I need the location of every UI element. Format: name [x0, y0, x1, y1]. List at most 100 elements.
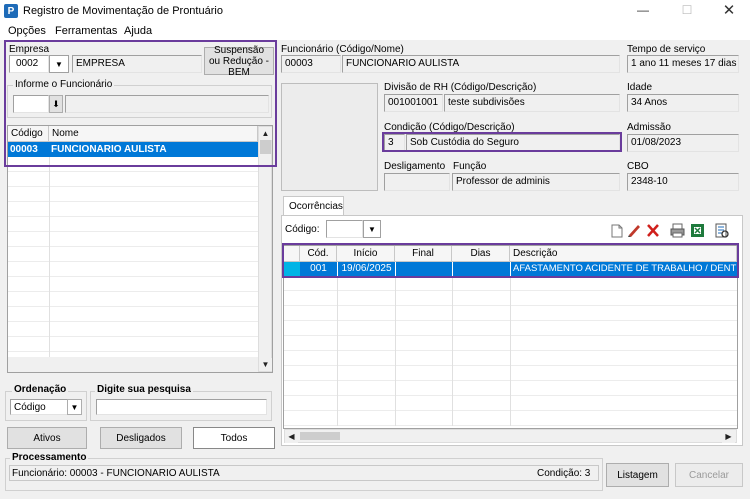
menu-ferramentas[interactable]: Ferramentas	[55, 25, 117, 37]
table-row[interactable]: 00003 FUNCIONARIO AULISTA	[8, 142, 258, 157]
todos-label: Todos	[220, 432, 248, 444]
admissao-field: 01/08/2023	[627, 134, 739, 152]
ocorrencia-dias-cell	[452, 262, 510, 276]
idade-label: Idade	[627, 82, 653, 93]
delete-icon[interactable]	[646, 223, 660, 238]
empresa-code-input[interactable]: 0002	[9, 55, 49, 73]
empresa-label: Empresa	[9, 44, 50, 55]
employee-list-grid	[8, 157, 258, 357]
funcionario-search-button[interactable]: ⬇	[49, 95, 63, 113]
condicao-label: Condição (Código/Descrição)	[384, 122, 515, 133]
listagem-label: Listagem	[617, 469, 658, 481]
employee-list-header-nome[interactable]: Nome	[49, 126, 258, 142]
scroll-down-icon[interactable]: ▼	[259, 358, 272, 371]
app-icon: P	[4, 4, 18, 18]
funcionario-search-input[interactable]	[13, 95, 49, 113]
edit-icon[interactable]	[627, 223, 641, 238]
condicao-code-field: 3	[384, 134, 405, 152]
ocorrencia-descricao-cell: AFASTAMENTO ACIDENTE DE TRABALHO / DENTR…	[510, 262, 737, 276]
pesquisa-label: Digite sua pesquisa	[95, 384, 193, 395]
desligamento-field	[384, 173, 450, 191]
scroll-left-icon[interactable]: ◀	[285, 430, 298, 443]
divisao-label: Divisão de RH (Código/Descrição)	[384, 82, 537, 93]
divisao-code-field: 001001001	[384, 94, 443, 112]
funcao-label: Função	[453, 161, 487, 172]
menu-opcoes[interactable]: Opções	[8, 25, 46, 37]
ocorrencias-col-line	[510, 276, 511, 426]
chevron-down-icon: ▼	[368, 224, 376, 234]
ativos-label: Ativos	[33, 432, 61, 444]
print-icon[interactable]	[670, 223, 685, 238]
cancelar-button[interactable]: Cancelar	[675, 463, 743, 487]
ocorrencias-col-line	[395, 276, 396, 426]
desligados-label: Desligados	[116, 432, 166, 444]
maximize-icon[interactable]: ☐	[672, 3, 702, 19]
menu-ajuda[interactable]: Ajuda	[124, 25, 152, 37]
table-row[interactable]: 001 19/06/2025 AFASTAMENTO ACIDENTE DE T…	[284, 262, 737, 276]
chevron-down-icon: ▼	[55, 59, 63, 69]
ocorrencias-header-dias[interactable]: Dias	[452, 246, 510, 262]
desligados-button[interactable]: Desligados	[100, 427, 182, 449]
ocorrencias-header-inicio[interactable]: Início	[337, 246, 395, 262]
ocorrencia-final-cell	[395, 262, 452, 276]
chevron-down-icon: ▼	[70, 402, 79, 412]
scroll-up-icon[interactable]: ▲	[259, 127, 272, 140]
processamento-label: Processamento	[10, 452, 89, 463]
tempo-label: Tempo de serviço	[627, 44, 706, 55]
funcionario-label: Funcionário (Código/Nome)	[281, 44, 404, 55]
ordenacao-dropdown-button[interactable]: ▼	[67, 399, 82, 415]
export-excel-icon[interactable]	[690, 223, 705, 238]
ocorrencias-header-final[interactable]: Final	[395, 246, 452, 262]
funcionario-name-field: FUNCIONARIO AULISTA	[342, 55, 620, 73]
ativos-button[interactable]: Ativos	[7, 427, 87, 449]
close-icon[interactable]: ✕	[714, 1, 744, 19]
ocorrencia-codigo-dropdown[interactable]: ▼	[363, 220, 381, 238]
employee-photo	[281, 83, 378, 191]
employee-code-cell: 00003	[10, 144, 38, 155]
ocorrencias-hscrollbar[interactable]	[284, 429, 737, 443]
listagem-button[interactable]: Listagem	[606, 463, 669, 487]
pesquisa-input[interactable]	[96, 399, 267, 415]
suspensao-button-label: Suspensão ou Redução - BEM	[208, 44, 270, 78]
tab-ocorrencias[interactable]: Ocorrências	[283, 196, 344, 216]
ocorrencias-header-descricao[interactable]: Descrição	[510, 246, 737, 262]
window-title: Registro de Movimentação de Prontuário	[23, 5, 223, 17]
processamento-condicao: Condição: 3	[537, 468, 591, 479]
cbo-field: 2348-10	[627, 173, 739, 191]
employee-list-scrollbar[interactable]	[258, 126, 272, 372]
ordenacao-label: Ordenação	[12, 384, 69, 395]
row-indicator	[284, 262, 300, 276]
idade-field: 34 Anos	[627, 94, 739, 112]
ocorrencias-header-cod[interactable]: Cód.	[300, 246, 337, 262]
desligamento-label: Desligamento	[384, 161, 446, 172]
empresa-name-field: EMPRESA	[72, 55, 202, 73]
tab-ocorrencias-label: Ocorrências	[289, 201, 343, 212]
ocorrencia-codigo-input[interactable]	[326, 220, 363, 238]
funcionario-code-field: 00003	[281, 55, 341, 73]
report-icon[interactable]	[714, 223, 729, 238]
title-bar: P Registro de Movimentação de Prontuário…	[0, 0, 750, 22]
tempo-field: 1 ano 11 meses 17 dias	[627, 55, 739, 73]
hscroll-thumb[interactable]	[300, 432, 340, 440]
scroll-right-icon[interactable]: ▶	[722, 430, 735, 443]
cancelar-label: Cancelar	[688, 469, 730, 481]
ocorrencias-col-line	[337, 276, 338, 426]
empresa-dropdown-button[interactable]: ▼	[49, 55, 69, 73]
condicao-desc-field: Sob Custódia do Seguro	[406, 134, 620, 152]
scroll-thumb[interactable]	[260, 140, 271, 154]
admissao-label: Admissão	[627, 122, 671, 133]
new-document-icon[interactable]	[611, 224, 623, 238]
minimize-icon[interactable]: —	[628, 3, 658, 19]
ordenacao-select[interactable]: Código	[10, 399, 68, 415]
divisao-desc-field: teste subdivisões	[444, 94, 620, 112]
ocorrencias-col-line	[452, 276, 453, 426]
employee-list-header-codigo[interactable]: Código	[8, 126, 49, 142]
employee-list-col-divider	[49, 157, 50, 357]
ocorrencia-codigo-label: Código:	[285, 224, 320, 235]
arrow-down-bar-icon: ⬇	[52, 98, 60, 109]
ocorrencia-cod-cell: 001	[300, 262, 337, 276]
todos-button[interactable]: Todos	[193, 427, 275, 449]
ocorrencias-header-indicator	[284, 246, 300, 262]
informe-label: Informe o Funcionário	[13, 79, 115, 90]
suspensao-button[interactable]: Suspensão ou Redução - BEM	[204, 44, 274, 78]
